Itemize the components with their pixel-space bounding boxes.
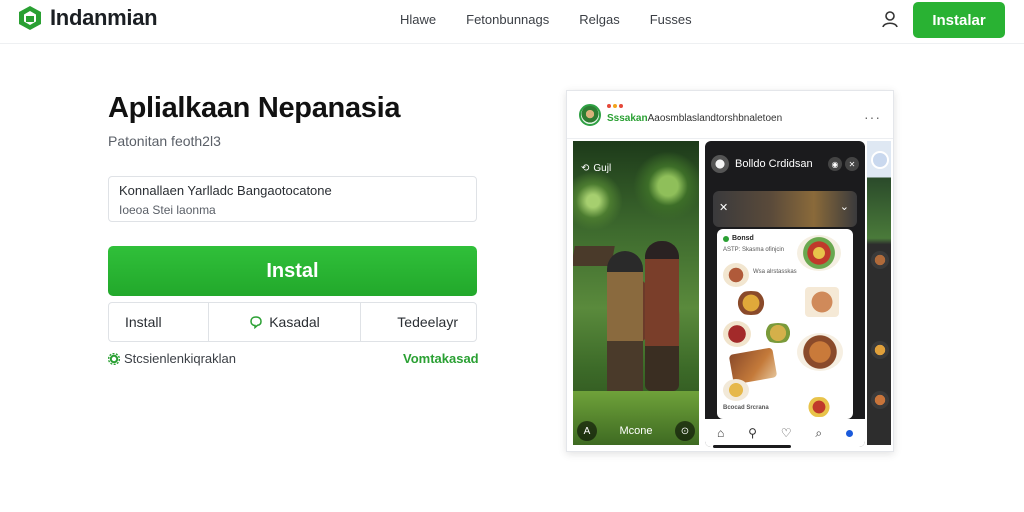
security-note: Stcsienlenkiqraklan: [108, 351, 236, 366]
person-figure: [645, 241, 679, 391]
option-details-label: Tedeelayr: [397, 314, 458, 330]
food-image: [723, 321, 751, 347]
brand-name: Indanmian: [50, 5, 158, 30]
phone-bottom-nav: ⌂ ⚲ ♡ ⌕: [705, 419, 865, 447]
phone-screenshot[interactable]: Bolldo Crdidsan ◉ ✕ ✕ ⌄ Bonsd ASTP: Skas…: [705, 141, 865, 447]
peek-image: [871, 341, 889, 359]
feed-caption: Bcocad Srcrana: [723, 405, 769, 411]
food-image: [797, 235, 841, 271]
phone-avatar: [711, 155, 729, 173]
preview-header: SssakanAaosmblaslandtorshbnaletoen ···: [567, 91, 893, 139]
chat-icon: [250, 316, 262, 329]
more-info-link[interactable]: Vomtakasad: [403, 351, 479, 366]
profile-icon[interactable]: ⌂: [717, 426, 724, 440]
camera-icon[interactable]: ◉: [828, 157, 842, 171]
nav-link-releases[interactable]: Relgas: [579, 12, 619, 27]
option-button-group: Install Kasadal Tedeelayr: [108, 302, 477, 342]
app-avatar: [579, 104, 601, 126]
chevron-down-icon[interactable]: ⌄: [840, 200, 849, 213]
page-subtitle: Patonitan feoth2l3: [108, 133, 221, 149]
photo-label: Gujl: [593, 163, 612, 174]
active-dot-icon[interactable]: [846, 429, 854, 437]
nav-link-faq[interactable]: Fusses: [650, 12, 692, 27]
close-icon[interactable]: ✕: [719, 201, 728, 214]
feed-title: Bonsd: [723, 235, 754, 242]
info-secondary: Ioeoa Stei laonma: [119, 203, 216, 217]
main-nav: Hlawe Fetonbunnags Relgas Fusses: [400, 12, 722, 27]
info-primary: Konnallaen Yarlladc Bangaotocatone: [119, 183, 332, 198]
info-icon[interactable]: ⊙: [675, 421, 695, 441]
rating-dots: [607, 104, 623, 108]
next-screenshot-peek[interactable]: [867, 141, 891, 445]
screenshot-photo[interactable]: ⟲ Gujl A Mcone ⊙: [573, 141, 699, 445]
peek-image: [871, 391, 889, 409]
food-image: [797, 333, 843, 371]
security-note-text: Stcsienlenkiqraklan: [124, 351, 237, 366]
back-icon[interactable]: ⟲: [581, 163, 589, 174]
phone-header: Bolldo Crdidsan ◉ ✕: [705, 141, 865, 187]
person-figure: [607, 251, 643, 401]
preview-title: SssakanAaosmblaslandtorshbnaletoen: [607, 113, 783, 124]
feed-caption: Wsa alrstasskas: [753, 269, 797, 275]
story-banner[interactable]: ✕ ⌄: [713, 191, 857, 227]
phone-home-indicator: [713, 445, 791, 448]
peek-image: [871, 251, 889, 269]
peek-image: [871, 151, 889, 169]
food-image: [731, 291, 771, 315]
nav-link-features[interactable]: Fetonbunnags: [466, 12, 549, 27]
photo-header: ⟲ Gujl: [581, 163, 611, 174]
header-install-button[interactable]: Instalar: [913, 2, 1005, 38]
install-button[interactable]: Instal: [108, 246, 477, 296]
phone-header-title: Bolldo Crdidsan: [735, 158, 813, 170]
like-icon[interactable]: A: [577, 421, 597, 441]
food-image: [801, 397, 837, 417]
food-image: [761, 323, 795, 343]
photo-bottom-label: Mcone: [619, 425, 653, 437]
nav-link-home[interactable]: Hlawe: [400, 12, 436, 27]
heart-icon[interactable]: ♡: [781, 426, 792, 440]
food-image: [723, 263, 749, 287]
option-install-label: Install: [125, 314, 162, 330]
page-title: Aplialkaan Nepanasia: [108, 92, 401, 124]
more-options-icon[interactable]: ···: [864, 109, 881, 125]
option-share-label: Kasadal: [269, 314, 320, 330]
food-image: [723, 379, 749, 401]
option-install-button[interactable]: Install: [109, 303, 209, 341]
app-preview-card: SssakanAaosmblaslandtorshbnaletoen ··· ⟲…: [566, 90, 894, 452]
option-details-button[interactable]: Tedeelayr: [361, 303, 476, 341]
top-navbar: Indanmian Hlawe Fetonbunnags Relgas Fuss…: [0, 0, 1024, 44]
gear-icon: [108, 352, 120, 365]
app-info-box: Konnallaen Yarlladc Bangaotocatone Ioeoa…: [108, 176, 477, 222]
box-logo-icon: [19, 6, 41, 30]
option-share-button[interactable]: Kasadal: [209, 303, 361, 341]
food-image: [805, 287, 839, 317]
food-feed: Bonsd ASTP: Skasma ofinjcin Wsa alrstass…: [717, 229, 853, 419]
search-icon[interactable]: ⚲: [748, 426, 757, 440]
photo-footer: A Mcone ⊙: [577, 421, 695, 441]
close-icon[interactable]: ✕: [845, 157, 859, 171]
user-icon[interactable]: [880, 9, 900, 29]
search-icon[interactable]: ⌕: [815, 426, 822, 441]
feed-caption: ASTP: Skasma ofinjcin: [723, 247, 785, 253]
brand-logo[interactable]: Indanmian: [16, 4, 158, 32]
